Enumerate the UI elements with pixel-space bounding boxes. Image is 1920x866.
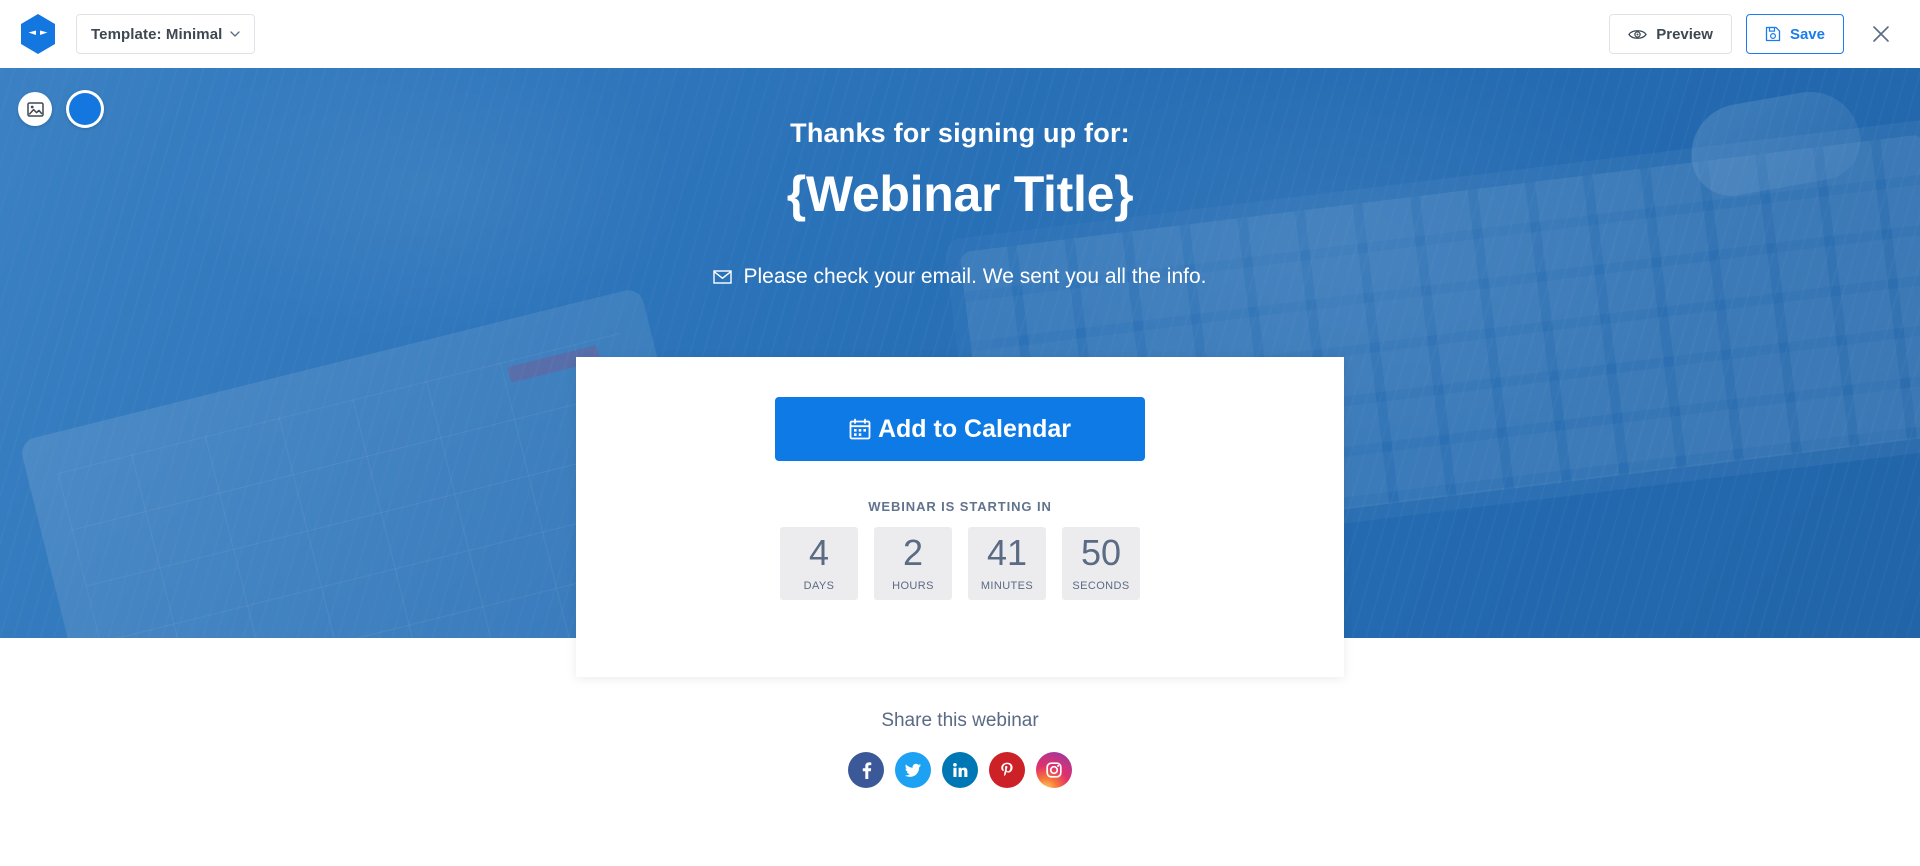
calendar-icon [849, 418, 871, 440]
image-icon [26, 101, 44, 117]
linkedin-icon [953, 762, 968, 777]
social-share-row [0, 752, 1920, 788]
eye-icon [1628, 29, 1647, 39]
editor-topbar: Template: Minimal Preview Save [0, 0, 1920, 68]
countdown-unit-hours: 2 HOURS [874, 527, 952, 600]
template-select[interactable]: Template: Minimal [76, 14, 256, 54]
pinterest-icon [1001, 762, 1013, 777]
preview-button[interactable]: Preview [1609, 14, 1732, 54]
save-button-label: Save [1789, 25, 1825, 43]
countdown-seconds-label: SECONDS [1072, 580, 1130, 592]
template-select-label: Template: Minimal [91, 25, 223, 43]
confirmation-card: Add to Calendar WEBINAR IS STARTING IN 4… [576, 357, 1344, 677]
topbar-actions: Preview Save [1609, 14, 1920, 54]
email-notice: Please check your email. We sent you all… [0, 265, 1920, 289]
countdown-hours-label: HOURS [892, 580, 934, 592]
email-notice-text: Please check your email. We sent you all… [743, 265, 1207, 288]
share-pinterest-button[interactable] [989, 752, 1025, 788]
app-logo[interactable] [0, 13, 76, 55]
countdown-seconds-value: 50 [1080, 532, 1122, 573]
share-heading: Share this webinar [881, 710, 1039, 731]
countdown-timer: 4 DAYS 2 HOURS 41 MINUTES 50 SECONDS [780, 527, 1140, 600]
demio-hexagon-logo [21, 14, 55, 54]
chevron-down-icon [230, 31, 241, 37]
hero-text-block: Thanks for signing up for: {Webinar Titl… [0, 68, 1920, 289]
countdown-unit-seconds: 50 SECONDS [1062, 527, 1140, 600]
twitter-icon [905, 763, 921, 777]
save-floppy-icon [1765, 26, 1781, 42]
background-color-swatch[interactable] [66, 90, 104, 128]
add-to-calendar-button[interactable]: Add to Calendar [775, 397, 1145, 461]
countdown-days-label: DAYS [803, 580, 835, 592]
hero-kicker: Thanks for signing up for: [790, 118, 1130, 148]
instagram-icon [1046, 762, 1062, 778]
share-twitter-button[interactable] [895, 752, 931, 788]
webinar-title[interactable]: {Webinar Title} [0, 165, 1920, 223]
countdown-minutes-label: MINUTES [980, 580, 1034, 592]
countdown-unit-minutes: 41 MINUTES [968, 527, 1046, 600]
countdown-heading: WEBINAR IS STARTING IN [868, 499, 1052, 514]
close-editor-button[interactable] [1864, 17, 1898, 51]
countdown-minutes-value: 41 [986, 532, 1028, 573]
facebook-icon [862, 762, 872, 779]
add-to-calendar-label: Add to Calendar [877, 414, 1072, 443]
save-button[interactable]: Save [1745, 14, 1844, 54]
color-swatch-fill [69, 93, 101, 125]
envelope-icon [713, 270, 733, 284]
close-icon [1873, 26, 1889, 42]
share-linkedin-button[interactable] [942, 752, 978, 788]
countdown-days-value: 4 [808, 532, 830, 573]
change-background-image-button[interactable] [18, 92, 52, 126]
hero-edit-controls [18, 90, 104, 128]
preview-button-label: Preview [1656, 25, 1713, 43]
share-facebook-button[interactable] [848, 752, 884, 788]
share-section: Share this webinar [0, 710, 1920, 788]
share-instagram-button[interactable] [1036, 752, 1072, 788]
countdown-unit-days: 4 DAYS [780, 527, 858, 600]
countdown-hours-value: 2 [902, 532, 924, 573]
